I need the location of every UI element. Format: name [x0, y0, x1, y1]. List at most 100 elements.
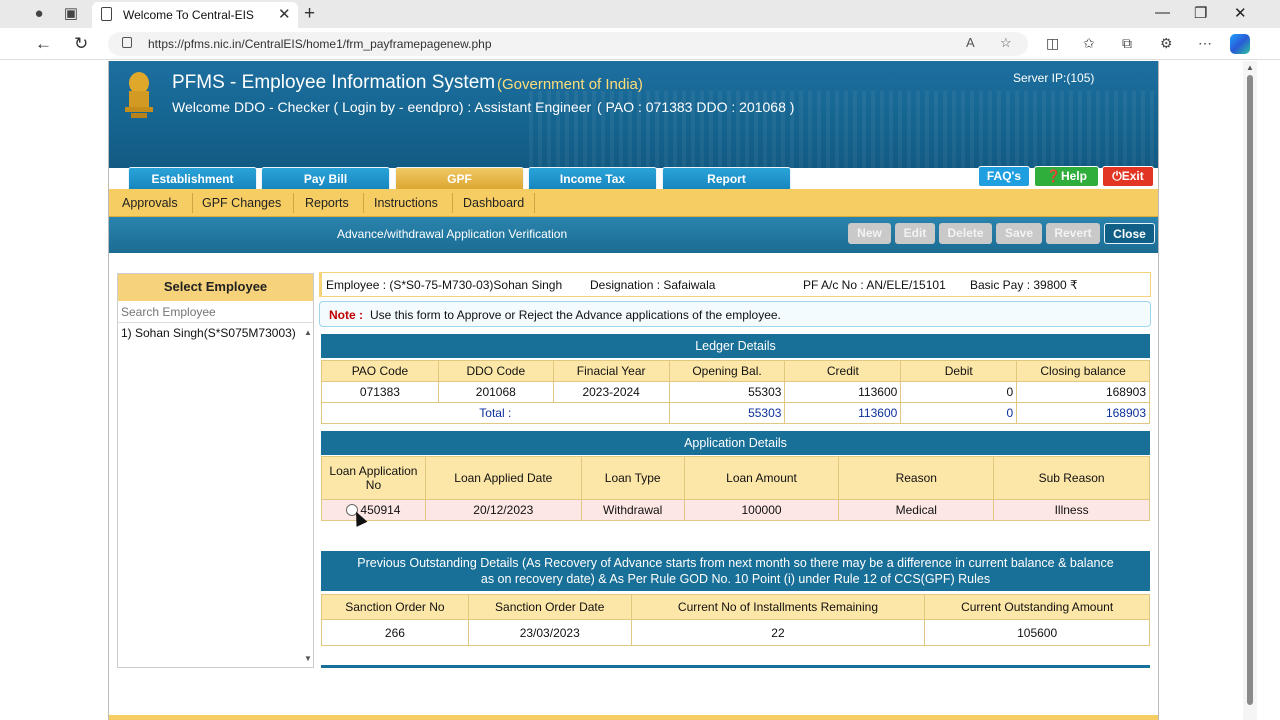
- favorites-icon[interactable]: ✩: [1083, 35, 1095, 52]
- col-header: Loan Type: [580, 456, 685, 500]
- help-label: Help: [1060, 169, 1087, 183]
- employee-designation: Designation : Safaiwala: [590, 278, 716, 292]
- profile-icon[interactable]: ●: [30, 5, 48, 23]
- ledger-header-row: PAO Code DDO Code Finacial Year Opening …: [321, 360, 1150, 382]
- scroll-thumb[interactable]: [1247, 75, 1253, 705]
- total-debit: 0: [900, 402, 1018, 424]
- col-header: Credit: [784, 360, 902, 382]
- collections-icon[interactable]: ⧉: [1122, 35, 1132, 52]
- col-header: Loan Application No: [321, 456, 426, 500]
- col-header: Opening Bal.: [668, 360, 786, 382]
- tab-gpf[interactable]: GPF: [395, 167, 524, 190]
- lock-icon: [122, 37, 132, 48]
- sanction-no-cell: 266: [321, 619, 469, 646]
- close-button[interactable]: Close: [1104, 223, 1155, 244]
- footer-bar: [109, 715, 1158, 720]
- new-tab-icon[interactable]: +: [304, 3, 315, 25]
- total-opening: 55303: [668, 402, 786, 424]
- col-header: Sanction Order Date: [467, 594, 632, 620]
- ddo-code-cell: 201068: [437, 381, 554, 403]
- page-icon: [101, 7, 112, 21]
- list-scroll-up-icon[interactable]: ▲: [304, 328, 312, 337]
- outstanding-heading: Previous Outstanding Details (As Recover…: [321, 551, 1150, 591]
- submenu-approvals[interactable]: Approvals: [122, 196, 178, 210]
- exit-button[interactable]: ⏻Exit: [1102, 166, 1154, 187]
- tab-establishment[interactable]: Establishment: [128, 167, 257, 190]
- exit-label: Exit: [1121, 169, 1144, 183]
- scroll-up-icon[interactable]: ▲: [1246, 63, 1254, 72]
- read-aloud-icon[interactable]: A: [966, 35, 975, 50]
- faq-button[interactable]: FAQ's: [978, 166, 1030, 187]
- pao-code-cell: 071383: [321, 381, 439, 403]
- gpf-submenu: Approvals GPF Changes Reports Instructio…: [109, 189, 1158, 217]
- outstanding-amount-cell: 105600: [924, 619, 1150, 646]
- copilot-icon[interactable]: [1230, 34, 1250, 54]
- browser-tab[interactable]: Welcome To Central-EIS ✕: [92, 2, 298, 28]
- tab-report[interactable]: Report: [662, 167, 791, 190]
- tab-income-tax[interactable]: Income Tax: [528, 167, 657, 190]
- browser-tab-bar: ● ▣ Welcome To Central-EIS ✕ + — ❐ ✕: [0, 0, 1280, 28]
- total-credit: 113600: [784, 402, 902, 424]
- col-header: Current No of Installments Remaining: [630, 594, 926, 620]
- application-table: Loan Application No Loan Applied Date Lo…: [321, 456, 1150, 521]
- back-icon[interactable]: ←: [35, 34, 52, 54]
- submenu-divider: [363, 193, 364, 213]
- app-subtitle: (Government of India): [497, 76, 643, 93]
- table-row[interactable]: 450914 20/12/2023 Withdrawal 100000 Medi…: [321, 499, 1150, 521]
- favorite-star-icon[interactable]: ☆: [1000, 35, 1012, 51]
- address-bar: ← ↻ https://pfms.nic.in/CentralEIS/home1…: [0, 28, 1280, 60]
- save-button[interactable]: Save: [996, 223, 1042, 244]
- loan-app-no: 450914: [360, 503, 401, 517]
- more-menu-icon[interactable]: ⋯: [1198, 35, 1212, 52]
- national-emblem-icon: [125, 72, 153, 118]
- outstanding-table: Sanction Order No Sanction Order Date Cu…: [321, 594, 1150, 646]
- select-employee-panel: Select Employee 1) Sohan Singh(S*S075M73…: [117, 273, 314, 668]
- application-header-row: Loan Application No Loan Applied Date Lo…: [321, 456, 1150, 500]
- app-header: PFMS - Employee Information System (Gove…: [109, 61, 1158, 168]
- power-icon: ⏻: [1112, 169, 1122, 183]
- close-window-icon[interactable]: ✕: [1234, 4, 1247, 22]
- revert-button[interactable]: Revert: [1046, 223, 1100, 244]
- outstanding-heading-line1: Previous Outstanding Details (As Recover…: [357, 556, 1114, 570]
- split-screen-icon[interactable]: ◫: [1046, 35, 1059, 52]
- list-scroll-down-icon[interactable]: ▼: [304, 654, 312, 663]
- col-header: DDO Code: [437, 360, 554, 382]
- help-button[interactable]: ❓Help: [1034, 166, 1099, 187]
- submenu-instructions[interactable]: Instructions: [374, 196, 438, 210]
- tab-pay-bill[interactable]: Pay Bill: [261, 167, 390, 190]
- total-label: Total :: [321, 402, 670, 424]
- submenu-divider: [452, 193, 453, 213]
- url-box[interactable]: https://pfms.nic.in/CentralEIS/home1/frm…: [108, 32, 1028, 56]
- submenu-reports[interactable]: Reports: [305, 196, 349, 210]
- form-title: Advance/withdrawal Application Verificat…: [337, 227, 568, 241]
- search-employee-input[interactable]: [118, 301, 313, 323]
- basic-pay: Basic Pay : 39800 ₹: [970, 278, 1078, 292]
- total-closing: 168903: [1016, 402, 1150, 424]
- submenu-divider: [534, 193, 535, 213]
- extensions-icon[interactable]: ⚙: [1160, 35, 1173, 52]
- delete-button[interactable]: Delete: [939, 223, 992, 244]
- closing-bal-cell: 168903: [1016, 381, 1150, 403]
- employee-name: Employee : (S*S0-75-M730-03)Sohan Singh: [326, 278, 563, 292]
- submenu-gpf-changes[interactable]: GPF Changes: [202, 196, 281, 210]
- loan-date-cell: 20/12/2023: [424, 499, 582, 521]
- submenu-divider: [192, 193, 193, 213]
- refresh-icon[interactable]: ↻: [74, 34, 88, 54]
- form-toolbar: Advance/withdrawal Application Verificat…: [109, 217, 1158, 253]
- edit-button[interactable]: Edit: [895, 223, 935, 244]
- pao-ddo-text: ( PAO : 071383 DDO : 201068 ): [597, 99, 795, 115]
- restore-icon[interactable]: ❐: [1194, 4, 1207, 22]
- debit-cell: 0: [900, 381, 1018, 403]
- new-button[interactable]: New: [848, 223, 891, 244]
- pf-account-no: PF A/c No : AN/ELE/15101: [803, 278, 946, 292]
- close-tab-icon[interactable]: ✕: [278, 5, 291, 23]
- submenu-dashboard[interactable]: Dashboard: [463, 196, 524, 210]
- col-header: Loan Applied Date: [424, 456, 582, 500]
- tab-actions-icon[interactable]: ▣: [62, 5, 80, 23]
- note-text: Use this form to Approve or Reject the A…: [370, 308, 781, 322]
- employee-list-item[interactable]: 1) Sohan Singh(S*S075M73003): [121, 326, 296, 340]
- select-employee-heading: Select Employee: [118, 274, 313, 301]
- col-header: Current Outstanding Amount: [924, 594, 1150, 620]
- page-scrollbar[interactable]: ▲: [1243, 61, 1257, 720]
- minimize-icon[interactable]: —: [1155, 4, 1170, 21]
